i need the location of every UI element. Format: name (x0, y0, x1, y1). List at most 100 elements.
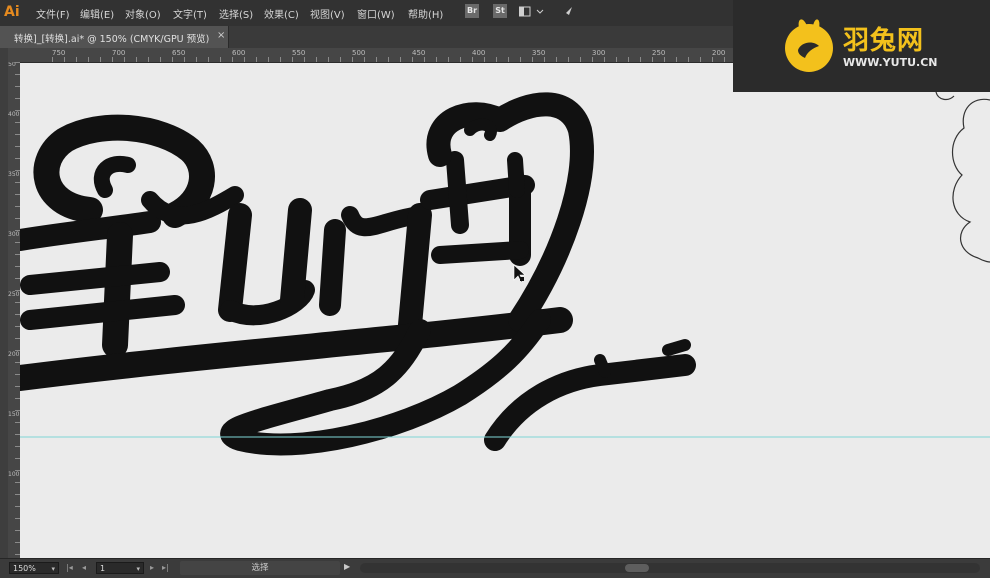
last-page-icon[interactable]: ▸| (162, 563, 169, 572)
ruler-tick (76, 57, 77, 62)
ruler-label: 600 (232, 49, 246, 57)
ruler-tick (412, 57, 413, 62)
ruler-label: 400 (8, 111, 20, 118)
menu-help[interactable]: 帮助(H) (408, 6, 443, 21)
ruler-tick (496, 57, 497, 62)
illustrator-logo: Ai (4, 4, 20, 20)
ruler-label: 100 (8, 471, 20, 478)
zoom-level-value: 150% (13, 564, 36, 573)
chevron-down-icon: ▾ (136, 565, 140, 573)
ruler-label: 400 (472, 49, 486, 57)
ruler-tick (676, 57, 677, 62)
ruler-tick (448, 57, 449, 62)
ruler-tick (532, 57, 533, 62)
ruler-tick (616, 57, 617, 62)
ruler-tick (484, 57, 485, 62)
current-tool-status[interactable]: 选择 (180, 561, 340, 575)
ruler-label: 300 (8, 231, 20, 238)
ruler-tick (556, 57, 557, 62)
ruler-tick (652, 57, 653, 62)
ruler-tick (328, 57, 329, 62)
menu-object[interactable]: 对象(O) (125, 6, 161, 21)
ruler-tick (388, 57, 389, 62)
ruler-tick (196, 57, 197, 62)
menu-window[interactable]: 窗口(W) (357, 6, 395, 21)
ruler-label: 150 (8, 411, 20, 418)
page-number-field[interactable]: 1 ▾ (96, 562, 144, 574)
ruler-label: 500 (352, 49, 366, 57)
ruler-label: 750 (52, 49, 66, 57)
ruler-tick (580, 57, 581, 62)
ruler-label: 650 (172, 49, 186, 57)
next-page-icon[interactable]: ▸ (150, 563, 154, 572)
menu-select[interactable]: 选择(S) (219, 6, 253, 21)
menu-effect[interactable]: 效果(C) (264, 6, 299, 21)
page-number-value: 1 (100, 564, 106, 573)
ruler-tick (520, 57, 521, 62)
ruler-tick (508, 57, 509, 62)
ruler-label: 350 (532, 49, 546, 57)
ruler-tick (568, 57, 569, 62)
ruler-tick (640, 57, 641, 62)
ruler-label: 250 (652, 49, 666, 57)
ruler-label: 200 (8, 351, 20, 358)
document-tab[interactable]: 转换]_[转换].ai* @ 150% (CMYK/GPU 预览) × (0, 26, 229, 48)
ruler-tick (172, 57, 173, 62)
ruler-tick (208, 57, 209, 62)
ruler-corner (0, 48, 8, 558)
ruler-tick (184, 57, 185, 62)
ruler-tick (232, 57, 233, 62)
menu-type[interactable]: 文字(T) (173, 6, 207, 21)
ruler-tick (436, 57, 437, 62)
ruler-label: 350 (8, 171, 20, 178)
bridge-button[interactable]: Br (465, 4, 479, 18)
ruler-tick (472, 57, 473, 62)
ruler-tick (304, 57, 305, 62)
ruler-tick (364, 57, 365, 62)
zoom-level-dropdown[interactable]: 150% ▾ (9, 562, 59, 574)
status-bar: 150% ▾ |◂ ◂ 1 ▾ ▸ ▸| 选择 ▶ (0, 558, 990, 578)
ruler-label: 550 (292, 49, 306, 57)
ruler-label: 450 (412, 49, 426, 57)
ruler-tick (52, 57, 53, 62)
scrollbar-thumb[interactable] (625, 564, 649, 572)
ruler-tick (280, 57, 281, 62)
ruler-tick (724, 57, 725, 62)
watermark-site-name: 羽兔网 (843, 26, 925, 56)
publish-rocket-icon[interactable] (560, 5, 574, 19)
watermark-url: WWW.YUTU.CN (843, 56, 938, 69)
stock-button[interactable]: St (493, 4, 507, 18)
menu-file[interactable]: 文件(F) (36, 6, 70, 21)
ruler-tick (112, 57, 113, 62)
workspace-switcher-icon[interactable] (519, 6, 545, 18)
menu-edit[interactable]: 编辑(E) (80, 6, 114, 21)
ruler-tick (88, 57, 89, 62)
menu-view[interactable]: 视图(V) (310, 6, 345, 21)
first-page-icon[interactable]: |◂ (66, 563, 73, 572)
ruler-tick (460, 57, 461, 62)
horizontal-scrollbar[interactable] (360, 563, 980, 573)
ruler-tick (148, 57, 149, 62)
ruler-tick (592, 57, 593, 62)
document-tab-title: 转换]_[转换].ai* @ 150% (CMYK/GPU 预览) (14, 34, 210, 45)
ruler-tick (700, 57, 701, 62)
ruler-tick (136, 57, 137, 62)
ruler-tick (424, 57, 425, 62)
lettering-artwork[interactable] (20, 63, 990, 558)
chevron-down-icon: ▾ (51, 565, 55, 573)
ruler-tick (688, 57, 689, 62)
ruler-tick (664, 57, 665, 62)
rabbit-logo-icon (785, 19, 833, 72)
ruler-label: 250 (8, 291, 20, 298)
ruler-tick (100, 57, 101, 62)
ruler-tick (124, 57, 125, 62)
prev-page-icon[interactable]: ◂ (82, 563, 86, 572)
ruler-tick (220, 57, 221, 62)
ruler-tick (244, 57, 245, 62)
ruler-tick (268, 57, 269, 62)
ruler-tick (256, 57, 257, 62)
status-menu-arrow-icon[interactable]: ▶ (344, 562, 350, 571)
artboard-canvas[interactable] (20, 63, 990, 558)
ruler-tick (316, 57, 317, 62)
close-tab-icon[interactable]: × (217, 30, 225, 41)
